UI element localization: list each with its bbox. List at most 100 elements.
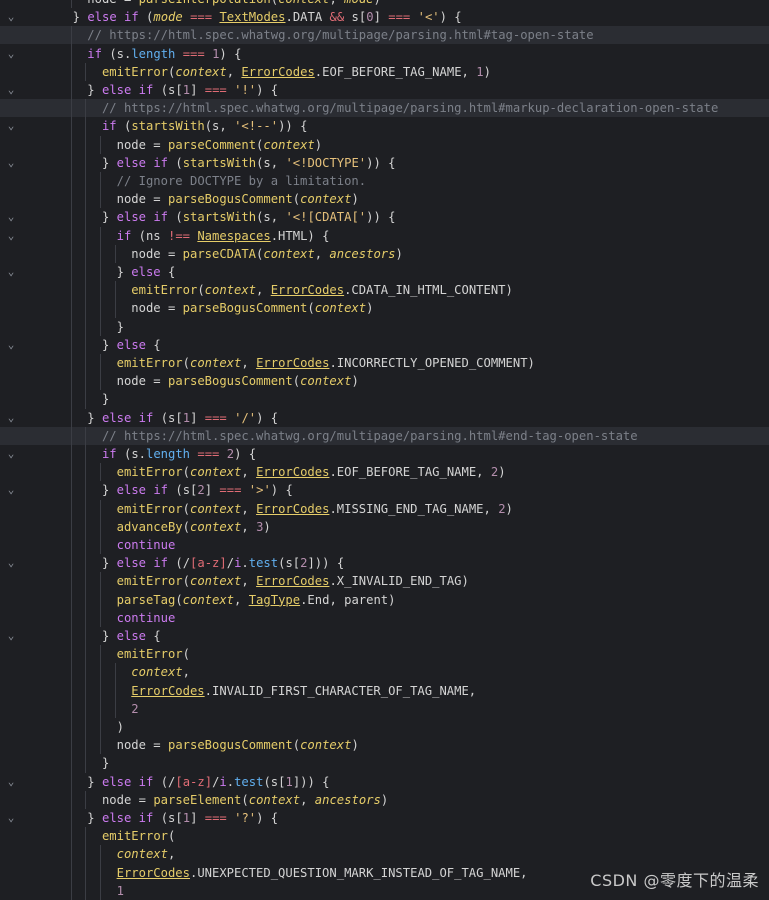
code-token: else	[116, 629, 146, 643]
code-token: ) {	[270, 483, 293, 498]
indent-guide	[70, 754, 72, 773]
code-token: }	[87, 410, 102, 425]
indent-guide	[70, 772, 72, 791]
code-token: 1	[476, 64, 484, 79]
code-token: context	[204, 283, 257, 298]
code-token: context	[248, 792, 301, 807]
code-text: }	[102, 390, 109, 408]
fold-chevron-icon[interactable]: ⌄	[4, 155, 18, 171]
code-token: continue	[116, 538, 176, 552]
indent-guide	[70, 845, 72, 864]
code-token: ]	[373, 10, 389, 25]
code-token: mode	[344, 0, 373, 6]
code-token: context	[278, 0, 329, 6]
code-token: context	[190, 356, 242, 370]
code-token: (s,	[256, 210, 286, 225]
indent-guide	[114, 663, 116, 682]
code-token: (/	[168, 556, 191, 571]
fold-chevron-icon[interactable]: ⌄	[4, 46, 18, 62]
indent-guide	[70, 863, 72, 882]
indent-guide	[70, 190, 72, 209]
fold-chevron-icon[interactable]: ⌄	[4, 9, 18, 25]
code-token: }	[101, 392, 110, 407]
code-token: (	[292, 374, 301, 389]
indent-guide	[85, 536, 87, 555]
fold-chevron-icon[interactable]: ⌄	[4, 482, 18, 498]
code-token: ,	[241, 574, 257, 589]
code-token: .	[241, 556, 249, 571]
indent-guide	[85, 608, 87, 627]
fold-chevron-icon[interactable]: ⌄	[4, 810, 18, 826]
code-token: s[	[344, 10, 367, 25]
fold-chevron-icon[interactable]: ⌄	[4, 118, 18, 134]
code-line: continue	[0, 608, 769, 627]
indent-guide	[85, 226, 87, 245]
code-token: parseBogusComment	[182, 301, 308, 316]
indent-guide	[70, 790, 72, 809]
indent-guide	[70, 463, 72, 482]
indent-guide	[99, 517, 101, 536]
indent-guide	[70, 590, 72, 609]
fold-chevron-icon[interactable]: ⌄	[4, 774, 18, 790]
indent-guide	[70, 62, 72, 81]
code-token: (	[292, 738, 301, 753]
fold-chevron-icon[interactable]: ⌄	[4, 82, 18, 98]
code-line: node = parseBogusComment(context)	[0, 299, 769, 318]
code-line: // https://html.spec.whatwg.org/multipag…	[0, 26, 769, 45]
fold-chevron-icon[interactable]: ⌄	[4, 228, 18, 244]
code-text: } else if (s[1] === '/') {	[87, 409, 278, 427]
code-token: )	[314, 137, 323, 152]
code-token: emitError	[101, 829, 168, 844]
code-token: ErrorCodes	[256, 465, 330, 480]
code-token: .MISSING_END_TAG_NAME,	[329, 501, 499, 516]
code-text: }	[117, 318, 124, 336]
code-token: node =	[116, 738, 168, 753]
code-text: if (s.length === 1) {	[87, 45, 241, 63]
code-token: // https://html.spec.whatwg.org/multipag…	[101, 428, 638, 443]
indent-guide	[99, 190, 101, 209]
code-token: else	[131, 265, 161, 279]
code-line: ⌄} else {	[0, 627, 769, 646]
fold-chevron-icon[interactable]: ⌄	[4, 446, 18, 462]
indent-guide	[85, 481, 87, 500]
indent-guide	[70, 153, 72, 172]
code-token: // Ignore DOCTYPE by a limitation.	[116, 174, 367, 188]
code-token: '/'	[234, 410, 257, 425]
fold-chevron-icon[interactable]: ⌄	[4, 628, 18, 644]
code-text: // https://html.spec.whatwg.org/multipag…	[87, 26, 593, 44]
code-token: ) {	[439, 10, 462, 25]
code-token: ,	[241, 356, 257, 370]
code-token: startsWith	[182, 155, 257, 170]
indent-guide	[99, 681, 101, 700]
indent-guide	[70, 881, 72, 900]
code-line: node = parseCDATA(context, ancestors)	[0, 244, 769, 263]
code-editor[interactable]: node = parseInterpolation(context, mode)…	[0, 0, 769, 900]
indent-guide	[99, 572, 101, 591]
indent-guide	[99, 663, 101, 682]
code-token: .UNEXPECTED_QUESTION_MARK_INSTEAD_OF_TAG…	[189, 865, 528, 880]
code-line: }	[0, 317, 769, 336]
code-text: // https://html.spec.whatwg.org/multipag…	[102, 99, 718, 117]
indent-guide	[85, 263, 87, 282]
code-token: '!'	[234, 83, 257, 97]
fold-chevron-icon[interactable]: ⌄	[4, 209, 18, 225]
code-token: )) {	[366, 155, 396, 170]
indent-guide	[99, 354, 101, 373]
fold-chevron-icon[interactable]: ⌄	[4, 337, 18, 353]
code-token: else if	[101, 410, 154, 425]
code-token: emitError	[101, 64, 168, 79]
code-token: ,	[241, 519, 257, 534]
fold-chevron-icon[interactable]: ⌄	[4, 410, 18, 426]
indent-guide	[85, 190, 87, 209]
fold-chevron-icon[interactable]: ⌄	[4, 555, 18, 571]
code-token: {	[160, 265, 176, 279]
code-line: ⌄} else if (mode === TextModes.DATA && s…	[0, 8, 769, 26]
code-token: ,	[241, 501, 257, 516]
code-line: advanceBy(context, 3)	[0, 517, 769, 536]
fold-chevron-icon[interactable]: ⌄	[4, 264, 18, 280]
code-token: parseBogusComment	[167, 192, 293, 207]
indent-guide	[70, 281, 72, 300]
code-token: context	[190, 501, 242, 516]
code-token: node =	[116, 192, 168, 207]
code-text: 1	[117, 882, 124, 900]
